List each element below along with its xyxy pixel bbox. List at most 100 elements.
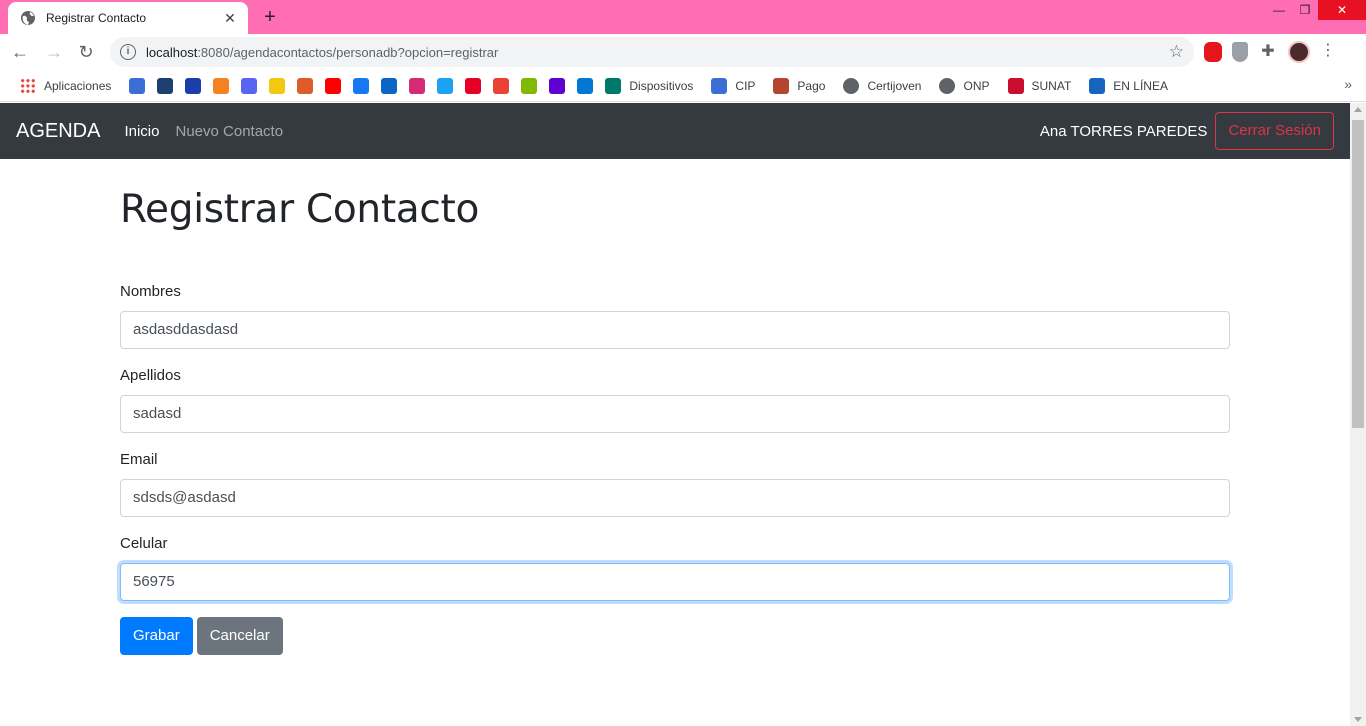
bookmark-item[interactable]: Pago bbox=[767, 73, 831, 99]
field-email: Email sdsds@asdasd bbox=[120, 449, 1230, 517]
bookmark-item[interactable]: Aplicaciones bbox=[14, 73, 117, 99]
discord-icon bbox=[241, 77, 258, 94]
scroll-up-icon[interactable] bbox=[1354, 107, 1362, 112]
user-name: Ana TORRES PAREDES bbox=[1039, 122, 1208, 140]
bookmark-item[interactable]: EN LÍNEA bbox=[1083, 73, 1174, 99]
bookmark-item[interactable] bbox=[123, 73, 151, 99]
tab-close-icon[interactable]: ✕ bbox=[222, 10, 238, 27]
bookmark-label: SUNAT bbox=[1031, 78, 1072, 93]
youtube-icon bbox=[325, 77, 342, 94]
bookmark-item[interactable] bbox=[179, 73, 207, 99]
bookmark-item[interactable] bbox=[263, 73, 291, 99]
pago-icon bbox=[773, 77, 790, 94]
bookmark-item[interactable] bbox=[347, 73, 375, 99]
adblock-icon[interactable] bbox=[1204, 42, 1222, 62]
apps-grid-icon bbox=[20, 77, 36, 94]
save-button[interactable]: Grabar bbox=[120, 617, 193, 655]
gmail-icon bbox=[493, 77, 510, 94]
apellidos-input[interactable]: sadasd bbox=[120, 395, 1230, 433]
bookmark-item[interactable] bbox=[571, 73, 599, 99]
nav-home-link[interactable]: Inicio bbox=[124, 123, 159, 140]
email-input[interactable]: sdsds@asdasd bbox=[120, 479, 1230, 517]
reload-icon[interactable]: ↻ bbox=[74, 40, 98, 64]
cancel-button[interactable]: Cancelar bbox=[196, 617, 283, 655]
bookmark-label: EN LÍNEA bbox=[1113, 78, 1168, 93]
back-icon[interactable]: ← bbox=[8, 40, 32, 64]
avatar[interactable] bbox=[1288, 41, 1310, 63]
menu-kebab-icon[interactable]: ⋮ bbox=[1320, 41, 1336, 63]
instagram-icon bbox=[409, 77, 426, 94]
yahoo-icon bbox=[549, 77, 566, 94]
globe-icon bbox=[939, 77, 956, 94]
browser-toolbar: ← → ↻ i localhost:8080/agendacontactos/p… bbox=[0, 34, 1366, 70]
globe-icon bbox=[843, 77, 860, 94]
url-text[interactable]: localhost:8080/agendacontactos/personadb… bbox=[146, 45, 1169, 60]
page-scrollbar[interactable] bbox=[1350, 103, 1366, 726]
scroll-thumb[interactable] bbox=[1352, 120, 1364, 428]
nombres-input[interactable]: asdasddasdasd bbox=[120, 311, 1230, 349]
nombres-label: Nombres bbox=[120, 283, 181, 300]
restore-icon[interactable]: ❐ bbox=[1292, 0, 1318, 20]
bookmark-item[interactable] bbox=[375, 73, 403, 99]
bookmark-item[interactable] bbox=[403, 73, 431, 99]
bookmark-label: Certijoven bbox=[867, 78, 922, 93]
field-celular: Celular 56975 bbox=[120, 533, 1230, 601]
new-tab-button[interactable]: + bbox=[258, 6, 282, 30]
celular-input[interactable]: 56975 bbox=[120, 563, 1230, 601]
bookmark-item[interactable] bbox=[151, 73, 179, 99]
bookmark-item[interactable]: SUNAT bbox=[1002, 73, 1078, 99]
bookmark-item[interactable] bbox=[207, 73, 235, 99]
field-nombres: Nombres asdasddasdasd bbox=[120, 281, 1230, 349]
close-window-icon[interactable]: ✕ bbox=[1318, 0, 1366, 20]
forward-icon[interactable]: → bbox=[42, 40, 66, 64]
site-info-icon[interactable]: i bbox=[120, 44, 136, 60]
bookmark-item[interactable]: Certijoven bbox=[837, 73, 927, 99]
bookmarks-overflow-icon[interactable]: » bbox=[1344, 76, 1352, 92]
field-apellidos: Apellidos sadasd bbox=[120, 365, 1230, 433]
bookmark-item[interactable] bbox=[459, 73, 487, 99]
apellidos-label: Apellidos bbox=[120, 367, 181, 384]
scroll-down-icon[interactable] bbox=[1354, 717, 1362, 722]
extensions-area: ✚ ⋮ bbox=[1204, 40, 1336, 64]
email-label: Email bbox=[120, 451, 158, 468]
bookmark-label: CIP bbox=[735, 78, 756, 93]
browser-tab[interactable]: Registrar Contacto ✕ bbox=[8, 2, 248, 34]
bookmark-item[interactable] bbox=[291, 73, 319, 99]
nav-new-contact-link[interactable]: Nuevo Contacto bbox=[176, 123, 284, 140]
app-navbar: AGENDA Inicio Nuevo Contacto Ana TORRES … bbox=[0, 103, 1350, 159]
logout-button[interactable]: Cerrar Sesión bbox=[1215, 112, 1334, 150]
brand-link[interactable]: AGENDA bbox=[16, 120, 100, 143]
bookmark-item[interactable]: ONP bbox=[933, 73, 995, 99]
globe-icon bbox=[21, 11, 35, 25]
bookmark-item[interactable] bbox=[235, 73, 263, 99]
bookmark-label: Aplicaciones bbox=[44, 78, 112, 93]
bookmark-item[interactable] bbox=[543, 73, 571, 99]
tab-strip: Registrar Contacto ✕ + — ❐ ✕ bbox=[0, 0, 1366, 34]
bookmark-item[interactable]: CIP bbox=[705, 73, 761, 99]
globe-blue-icon bbox=[129, 77, 146, 94]
arcgis-icon bbox=[157, 77, 174, 94]
minimize-icon[interactable]: — bbox=[1266, 0, 1292, 20]
bookmark-item[interactable] bbox=[487, 73, 515, 99]
people-icon bbox=[1089, 77, 1106, 94]
square-blue-icon bbox=[185, 77, 202, 94]
sunat-icon bbox=[1007, 77, 1024, 94]
bookmark-item[interactable] bbox=[515, 73, 543, 99]
extensions-puzzle-icon[interactable]: ✚ bbox=[1258, 42, 1278, 62]
bookmark-label: ONP bbox=[963, 78, 990, 93]
bookmark-star-icon[interactable]: ☆ bbox=[1169, 42, 1184, 62]
shield-icon[interactable] bbox=[1232, 42, 1248, 62]
bookmark-item[interactable]: Dispositivos bbox=[599, 73, 699, 99]
page-title: Registrar Contacto bbox=[120, 187, 480, 232]
window-controls: — ❐ ✕ bbox=[1266, 0, 1366, 30]
bookmark-item[interactable] bbox=[319, 73, 347, 99]
address-bar[interactable]: i localhost:8080/agendacontactos/persona… bbox=[110, 37, 1194, 67]
twitter-icon bbox=[437, 77, 454, 94]
bookmark-item[interactable] bbox=[431, 73, 459, 99]
pinterest-icon bbox=[465, 77, 482, 94]
tab-title: Registrar Contacto bbox=[46, 11, 147, 25]
celular-label: Celular bbox=[120, 535, 168, 552]
facebook-icon bbox=[353, 77, 370, 94]
orange-play-icon bbox=[213, 77, 230, 94]
bookmarks-bar: Aplicaciones Dispositivos CIP Pago Certijove… bbox=[0, 70, 1366, 102]
